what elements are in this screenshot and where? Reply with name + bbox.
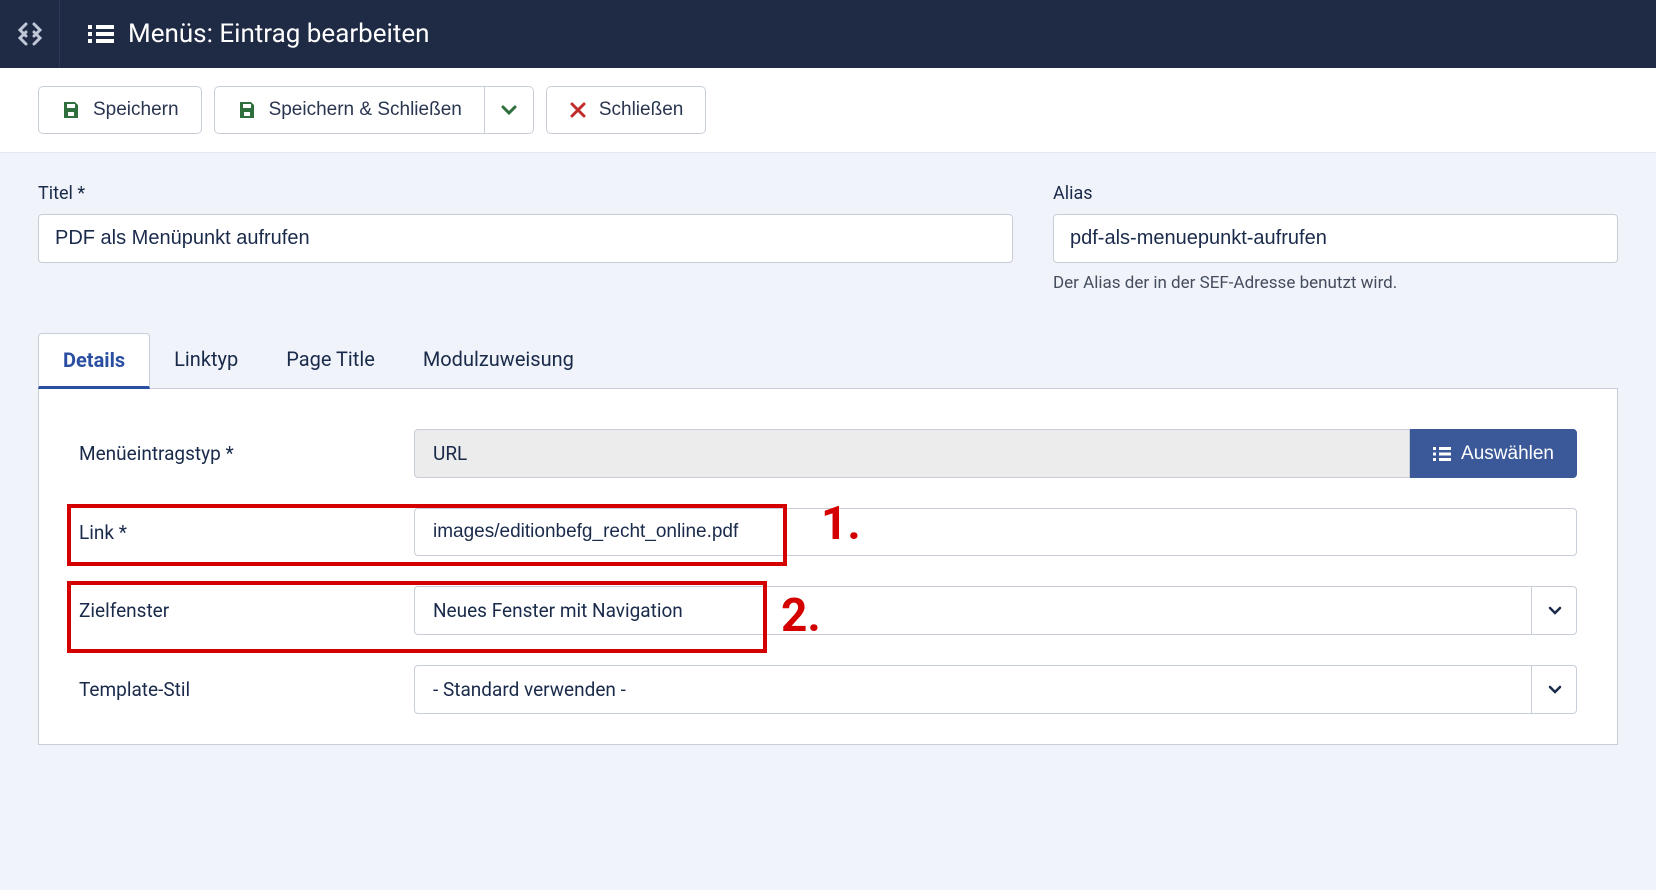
tab-body-details: Menüeintragstyp * URL Auswählen Lin	[38, 389, 1618, 745]
chevron-down-icon	[501, 104, 517, 116]
save-close-button[interactable]: Speichern & Schließen	[214, 86, 485, 134]
list-icon	[88, 23, 114, 45]
tab-linktype[interactable]: Linktyp	[150, 333, 262, 388]
target-select[interactable]: Neues Fenster mit Navigation	[414, 586, 1577, 635]
row-link: Link *	[79, 508, 1577, 556]
menutype-label: Menüeintragstyp *	[79, 442, 414, 465]
target-label: Zielfenster	[79, 599, 414, 622]
chevron-down-icon	[1547, 684, 1563, 696]
select-button-label: Auswählen	[1461, 443, 1554, 465]
title-input[interactable]	[38, 214, 1013, 263]
row-menutype: Menüeintragstyp * URL Auswählen	[79, 429, 1577, 478]
row-target: Zielfenster Neues Fenster mit Navigation	[79, 586, 1577, 635]
template-select[interactable]: - Standard verwenden -	[414, 665, 1577, 714]
save-button[interactable]: Speichern	[38, 86, 202, 134]
template-value: - Standard verwenden -	[414, 665, 1577, 714]
alias-label: Alias	[1053, 183, 1618, 204]
list-icon	[1433, 446, 1451, 462]
save-close-dropdown[interactable]	[485, 86, 534, 134]
title-label: Titel *	[38, 183, 1013, 204]
alias-help: Der Alias der in der SEF-Adresse benutzt…	[1053, 273, 1618, 293]
tab-details[interactable]: Details	[38, 333, 150, 389]
save-close-group: Speichern & Schließen	[214, 86, 534, 134]
toolbar: Speichern Speichern & Schließen Schließe…	[0, 68, 1656, 153]
chevron-down-icon	[1547, 605, 1563, 617]
menutype-select-button[interactable]: Auswählen	[1410, 429, 1577, 478]
save-icon	[237, 100, 257, 120]
template-caret	[1531, 665, 1577, 714]
save-close-label: Speichern & Schließen	[269, 99, 462, 121]
save-button-label: Speichern	[93, 99, 179, 121]
joomla-icon	[14, 18, 46, 50]
tab-modul[interactable]: Modulzuweisung	[399, 333, 598, 388]
target-value: Neues Fenster mit Navigation	[414, 586, 1577, 635]
tab-pagetitle[interactable]: Page Title	[262, 333, 399, 388]
joomla-logo[interactable]	[0, 0, 60, 68]
app-header: Menüs: Eintrag bearbeiten	[0, 0, 1656, 68]
row-template: Template-Stil - Standard verwenden -	[79, 665, 1577, 714]
close-button-label: Schließen	[599, 99, 684, 121]
alias-input[interactable]	[1053, 214, 1618, 263]
save-icon	[61, 100, 81, 120]
form-header: Titel * Alias Der Alias der in der SEF-A…	[0, 153, 1656, 303]
link-label: Link *	[79, 521, 414, 544]
template-label: Template-Stil	[79, 678, 414, 701]
link-input[interactable]	[414, 508, 1577, 556]
tabs: Details Linktyp Page Title Modulzuweisun…	[38, 333, 1618, 389]
menutype-value: URL	[414, 429, 1410, 478]
page-title: Menüs: Eintrag bearbeiten	[128, 19, 430, 49]
close-icon	[569, 101, 587, 119]
tabs-container: Details Linktyp Page Title Modulzuweisun…	[0, 333, 1656, 745]
target-caret	[1531, 586, 1577, 635]
close-button[interactable]: Schließen	[546, 86, 707, 134]
